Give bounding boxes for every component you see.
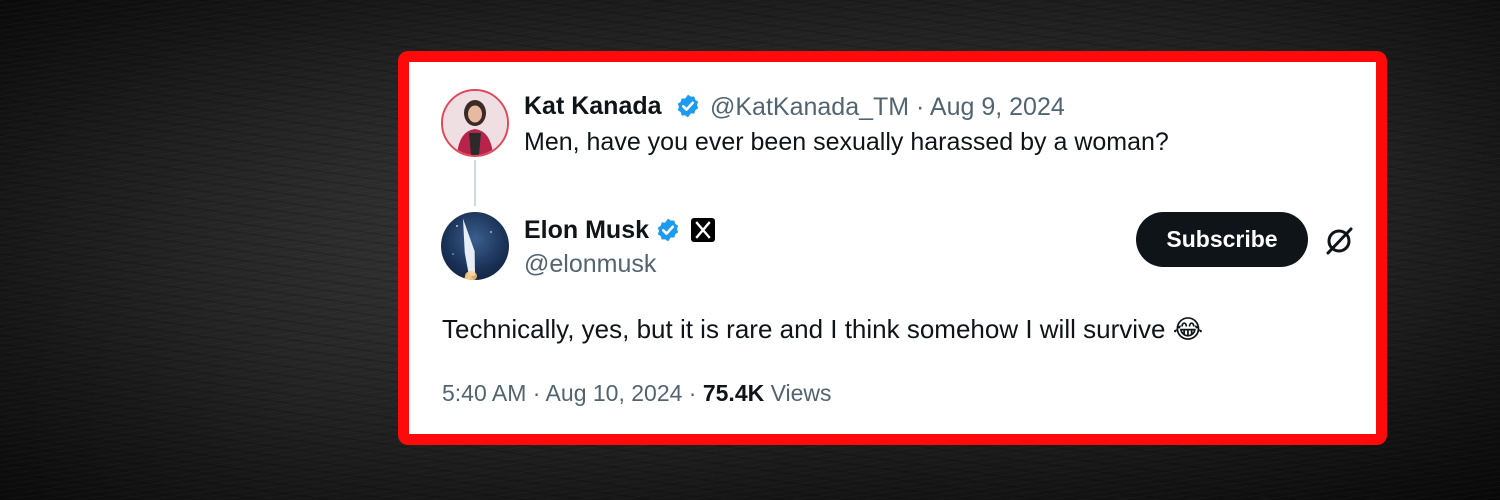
- subscribe-button[interactable]: Subscribe: [1136, 212, 1308, 267]
- reply-post-text: Technically, yes, but it is rare and I t…: [442, 314, 1203, 345]
- laughing-tears-emoji: 😂: [1172, 314, 1204, 344]
- post-meta: 5:40 AM · Aug 10, 2024 · 75.4K Views: [442, 380, 832, 407]
- x-glyph-icon: [695, 221, 711, 239]
- parent-handle-date[interactable]: @KatKanada_TM · Aug 9, 2024: [710, 93, 1065, 122]
- views-label: Views: [770, 380, 832, 406]
- elon-musk-avatar[interactable]: [441, 212, 509, 280]
- reply-author-name[interactable]: Elon Musk: [524, 215, 649, 245]
- views-count[interactable]: 75.4K: [703, 380, 764, 406]
- avatar-portrait-icon: [443, 91, 507, 155]
- verified-badge-icon: [677, 94, 699, 118]
- verified-badge-icon: [657, 218, 679, 242]
- reply-text-body: Technically, yes, but it is rare and I t…: [442, 314, 1166, 344]
- grok-slash-icon[interactable]: [1322, 224, 1356, 258]
- parent-author-name[interactable]: Kat Kanada: [524, 91, 662, 121]
- kat-kanada-avatar[interactable]: [441, 89, 509, 157]
- x-logo-icon[interactable]: [691, 218, 715, 242]
- reply-handle[interactable]: @elonmusk: [524, 250, 656, 279]
- thread-connector-line: [474, 160, 476, 206]
- post-timestamp[interactable]: 5:40 AM · Aug 10, 2024 ·: [442, 380, 703, 406]
- parent-post-text: Men, have you ever been sexually harasse…: [524, 128, 1169, 156]
- avatar-rocket-icon: [452, 218, 492, 280]
